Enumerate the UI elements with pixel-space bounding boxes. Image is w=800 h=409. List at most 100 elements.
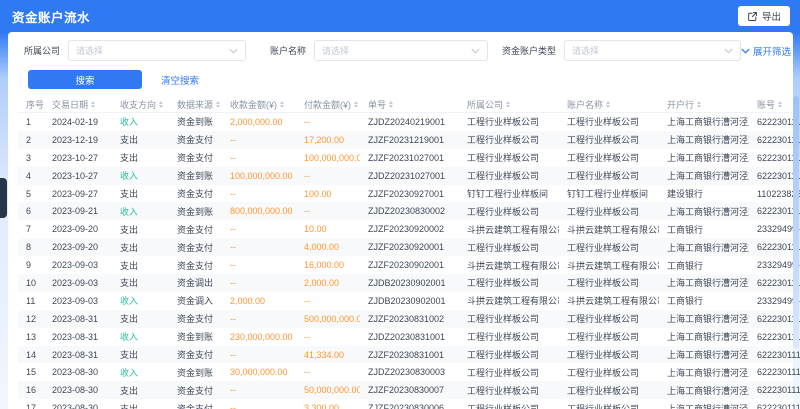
cell-order_no: ZJZF20230902001 [360,260,459,270]
cell-receive: 2,000,000.00 [222,117,296,127]
filter-row: 所属公司 请选择 账户名称 请选择 资金账户类型 请选择 [8,32,793,61]
search-button[interactable]: 搜索 [28,70,142,89]
sort-caret-icon [91,101,95,108]
cell-bank: 上海工商银行漕河泾支行 [659,402,749,409]
cell-company: 工程行业样板公司 [459,366,559,379]
column-label: 收支方向 [120,98,156,111]
company-select[interactable]: 请选择 [68,40,246,61]
cell-pay: 100.00 [296,189,360,199]
chevron-down-icon [724,48,733,54]
cell-company: 工程行业样板公司 [459,133,559,146]
filter-account-name-label: 账户名称 [270,44,306,57]
cell-bank: 上海工商银行漕河泾支行 [659,330,749,343]
cell-source: 资金调入 [169,294,222,307]
scrollbar-thumb[interactable] [793,96,799,348]
column-label: 收款金额(¥) [230,98,277,111]
table-body: 12024-02-19收入资金到账2,000,000.00--ZJDZ20240… [18,113,793,409]
cell-pay: 100,000,000.00 [296,153,360,163]
cell-bank: 上海工商银行漕河泾支行 [659,115,749,128]
column-header-8[interactable]: 账户名称 [559,98,659,111]
cell-pay: -- [296,367,360,377]
cell-bank: 上海工商银行漕河泾支行 [659,348,749,361]
cell-order_no: ZJZF20230830007 [360,385,459,395]
cell-date: 2023-08-31 [44,350,112,360]
column-header-7[interactable]: 所属公司 [459,98,559,111]
cell-order_no: ZJZF20230830006 [360,403,459,409]
cell-source: 资金支付 [169,259,222,272]
content-card: 所属公司 请选择 账户名称 请选择 资金账户类型 请选择 [8,32,793,409]
cell-no: 11 [18,296,44,306]
cell-no: 6 [18,206,44,216]
cell-account: 工程行业样板公司 [559,133,659,146]
cell-pay: 500,000,000.00 [296,314,360,324]
cell-account: 工程行业样板公司 [559,169,659,182]
cell-account: 工程行业样板公司 [559,384,659,397]
cell-direction: 支出 [112,151,169,164]
cell-pay: -- [296,117,360,127]
column-header-1[interactable]: 交易日期 [44,98,112,111]
export-button[interactable]: 导出 [738,6,790,26]
expand-filters-link[interactable]: 展开筛选 [741,44,793,58]
cell-company: 斗拱云建筑工程有限公司 [459,223,559,236]
column-header-0: 序号 [18,98,44,111]
cell-account: 斗拱云建筑工程有限公司 [559,294,659,307]
cell-date: 2023-09-27 [44,189,112,199]
cell-order_no: ZJZF20230920001 [360,242,459,252]
column-label: 交易日期 [52,98,88,111]
cell-bank: 建设银行 [659,187,749,200]
side-drawer-handle[interactable] [0,178,7,218]
cell-receive: 2,000.00 [222,296,296,306]
cell-source: 资金到账 [169,330,222,343]
cell-no: 7 [18,224,44,234]
cell-direction: 支出 [112,276,169,289]
cell-direction: 支出 [112,312,169,325]
cell-bank: 工商银行 [659,223,749,236]
filter-actions: 搜索 清空搜索 [8,61,793,96]
cell-source: 资金支付 [169,402,222,409]
capital-account-flow-page: 资金账户流水 导出 所属公司 请选择 账户名称 请选择 [0,0,800,409]
column-header-5[interactable]: 付款金额(¥) [296,98,360,111]
cell-order_no: ZJDZ20231027001 [360,171,459,181]
cell-account: 工程行业样板公司 [559,276,659,289]
cell-date: 2023-09-03 [44,260,112,270]
cell-bank: 上海工商银行漕河泾支行 [659,241,749,254]
cell-date: 2023-08-31 [44,332,112,342]
account-type-select[interactable]: 请选择 [564,40,741,61]
cell-company: 工程行业样板公司 [459,276,559,289]
sort-caret-icon [159,101,163,108]
cell-order_no: ZJZF20230927001 [360,189,459,199]
cell-date: 2023-09-20 [44,242,112,252]
sort-caret-icon [506,101,510,108]
cell-source: 资金到账 [169,366,222,379]
table-row: 72023-09-20支出资金支付--10.00ZJZF20230920002斗… [18,220,793,238]
column-header-9[interactable]: 开户行 [659,98,749,111]
cell-bank: 上海工商银行漕河泾支行 [659,205,749,218]
cell-pay: 3,300.00 [296,403,360,409]
filter-account-type: 资金账户类型 请选择 [502,40,741,61]
cell-account: 工程行业样板公司 [559,330,659,343]
cell-source: 资金到账 [169,205,222,218]
cell-direction: 支出 [112,384,169,397]
cell-direction: 收入 [112,330,169,343]
cell-receive: -- [222,260,296,270]
column-label: 付款金额(¥) [304,98,351,111]
column-header-2[interactable]: 收支方向 [112,98,169,111]
account-name-select-placeholder: 请选择 [322,44,349,57]
table-header: 序号交易日期 收支方向数据来源收款金额(¥) 付款金额(¥) 单号 所属公司账户名称开户… [18,96,793,113]
chevron-down-icon [741,48,750,54]
column-label: 单号 [368,98,386,111]
cell-company: 工程行业样板公司 [459,115,559,128]
cell-no: 12 [18,314,44,324]
cell-receive: -- [222,314,296,324]
column-header-4[interactable]: 收款金额(¥) [222,98,296,111]
cell-account: 工程行业样板公司 [559,205,659,218]
cell-order_no: ZJDB20230902001 [360,296,459,306]
column-header-3[interactable]: 数据来源 [169,98,222,111]
column-header-6[interactable]: 单号 [360,98,459,111]
cell-company: 工程行业样板公司 [459,312,559,325]
cell-order_no: ZJZF20231027001 [360,153,459,163]
cell-pay: -- [296,206,360,216]
clear-search-button[interactable]: 清空搜索 [151,70,209,89]
cell-no: 8 [18,242,44,252]
account-name-select[interactable]: 请选择 [314,40,488,61]
